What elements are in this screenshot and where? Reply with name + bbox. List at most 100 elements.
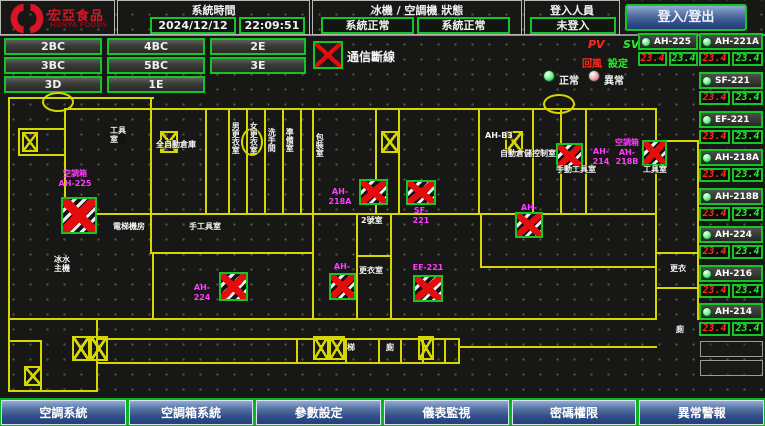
device-label-ah-218a: AH-218A xyxy=(322,187,358,206)
floor-button-2bc[interactable]: 2BC xyxy=(4,38,102,55)
room-label: 男更衣室 xyxy=(231,122,240,154)
empty-slot xyxy=(700,341,763,357)
nav-button-meter-monitor[interactable]: 儀表監視 xyxy=(384,400,509,425)
room-label: 工具 室 xyxy=(110,126,126,144)
unit-panel-ah-224: AH-224 23.423.4 xyxy=(699,226,763,259)
wall xyxy=(205,108,207,213)
wall xyxy=(655,287,699,289)
unit-button-ah-216[interactable]: AH-216 xyxy=(699,265,763,282)
sv-value: 23.4 xyxy=(669,52,698,66)
room-label: 自動倉儲控制室 xyxy=(500,149,556,158)
wall xyxy=(152,252,154,318)
wall xyxy=(655,252,699,254)
wall xyxy=(400,338,402,364)
scada-screen: 宏亞食品 HUNYA FOODS 系統時間 2024/12/12 22:09:5… xyxy=(0,0,765,426)
sv-legend: SV xyxy=(623,38,639,51)
device-label-ah-218b: 空調箱 AH-218B xyxy=(613,138,641,167)
room-label: 冰水 主機 xyxy=(54,255,70,273)
wall xyxy=(150,252,314,254)
floor-button-5bc[interactable]: 5BC xyxy=(107,57,205,74)
stair-x-icon xyxy=(24,366,42,386)
sv-value: 23.4 xyxy=(732,207,763,221)
device-sf-221[interactable] xyxy=(406,180,436,205)
room-label: 包裝室 xyxy=(315,133,324,157)
room-label: 梯 xyxy=(347,343,355,352)
sv-value: 23.4 xyxy=(732,322,763,336)
unit-name: AH-218B xyxy=(715,192,759,202)
status-lamp-icon xyxy=(702,230,712,240)
unit-name: SF-221 xyxy=(715,76,750,86)
wall xyxy=(264,108,266,213)
floor-button-3bc[interactable]: 3BC xyxy=(4,57,102,74)
pv-value: 23.4 xyxy=(699,52,730,66)
device-ef-221[interactable] xyxy=(413,275,443,302)
unit-button-sf-221[interactable]: SF-221 xyxy=(699,72,763,89)
room-label: 更衣 xyxy=(670,264,686,273)
login-logout-button[interactable]: 登入/登出 xyxy=(625,4,747,31)
wall xyxy=(356,255,392,257)
floor-button-3e[interactable]: 3E xyxy=(210,57,306,74)
device-label-ah-225: 空調箱 AH-225 xyxy=(49,169,101,188)
spiral-stair-icon xyxy=(42,92,74,112)
system-date-value: 2024/12/12 xyxy=(150,17,236,34)
status-lamp-icon xyxy=(702,76,712,86)
wall xyxy=(312,108,314,320)
room-label: 更衣室 xyxy=(359,266,383,275)
wall xyxy=(480,266,657,268)
device-ah-218b[interactable] xyxy=(642,140,667,166)
unit-name: AH-225 xyxy=(654,37,691,47)
pv-name-label: 回風 xyxy=(582,55,602,70)
brand-section: 宏亞食品 HUNYA FOODS xyxy=(0,0,115,35)
stair-x-icon xyxy=(381,131,399,153)
machine-status-title: 冰機 / 空調機 狀態 xyxy=(313,2,521,18)
unit-button-ah-218b[interactable]: AH-218B xyxy=(699,188,763,205)
nav-button-password-auth[interactable]: 密碼權限 xyxy=(512,400,637,425)
wall xyxy=(228,108,230,213)
floor-button-2e[interactable]: 2E xyxy=(210,38,306,55)
wall xyxy=(480,213,482,268)
stair-x-icon xyxy=(329,336,345,360)
wall xyxy=(300,108,302,213)
unit-button-ah-224[interactable]: AH-224 xyxy=(699,226,763,243)
unit-button-ah-225[interactable]: AH-225 xyxy=(638,33,698,50)
nav-button-ac-system[interactable]: 空調系統 xyxy=(1,400,126,425)
stair-x-icon xyxy=(90,336,108,361)
stair-x-icon xyxy=(418,336,434,360)
nav-button-ahu-system[interactable]: 空調箱系統 xyxy=(129,400,254,425)
wall xyxy=(96,338,458,340)
room-label: 工具室 xyxy=(643,165,667,174)
floor-button-4bc[interactable]: 4BC xyxy=(107,38,205,55)
room-label: 廁 xyxy=(676,325,684,334)
wall xyxy=(96,362,458,364)
unit-button-ef-221[interactable]: EF-221 xyxy=(699,111,763,128)
unit-values: 23.423.4 xyxy=(699,322,763,336)
nav-button-alarm[interactable]: 異常警報 xyxy=(639,400,764,425)
stair-x-icon xyxy=(313,336,329,360)
system-time-value: 22:09:51 xyxy=(239,17,305,34)
device-ah-218a[interactable] xyxy=(359,179,388,205)
unit-panel-ah-218a: AH-218A 23.423.4 xyxy=(699,149,763,182)
unit-button-ah-218a[interactable]: AH-218A xyxy=(699,149,763,166)
unit-name: AH-221A xyxy=(715,37,759,47)
room-label: 女更衣室 xyxy=(249,122,258,154)
sv-name-label: 設定 xyxy=(608,55,628,70)
pv-value: 23.4 xyxy=(699,284,730,298)
device-ah-225[interactable] xyxy=(61,197,97,234)
pv-value: 23.4 xyxy=(699,322,730,336)
device-ah-224[interactable] xyxy=(219,272,248,301)
unit-button-ah-221a[interactable]: AH-221A xyxy=(699,33,763,50)
device-ah-216[interactable] xyxy=(329,273,356,300)
nav-button-param-setting[interactable]: 參數設定 xyxy=(256,400,381,425)
wall xyxy=(8,340,42,342)
pv-value: 23.4 xyxy=(638,52,667,66)
wall xyxy=(444,338,446,364)
floor-button-1e[interactable]: 1E xyxy=(107,76,205,93)
unit-panel-sf-221: SF-221 23.423.4 xyxy=(699,72,763,105)
unit-button-ah-214[interactable]: AH-214 xyxy=(699,303,763,320)
room-label: 手動工具室 xyxy=(556,165,596,174)
wall xyxy=(697,140,699,215)
unit-name: AH-216 xyxy=(715,269,752,279)
sv-value: 23.4 xyxy=(732,168,763,182)
device-ah-221a[interactable] xyxy=(515,212,543,238)
floor-button-3d[interactable]: 3D xyxy=(4,76,102,93)
